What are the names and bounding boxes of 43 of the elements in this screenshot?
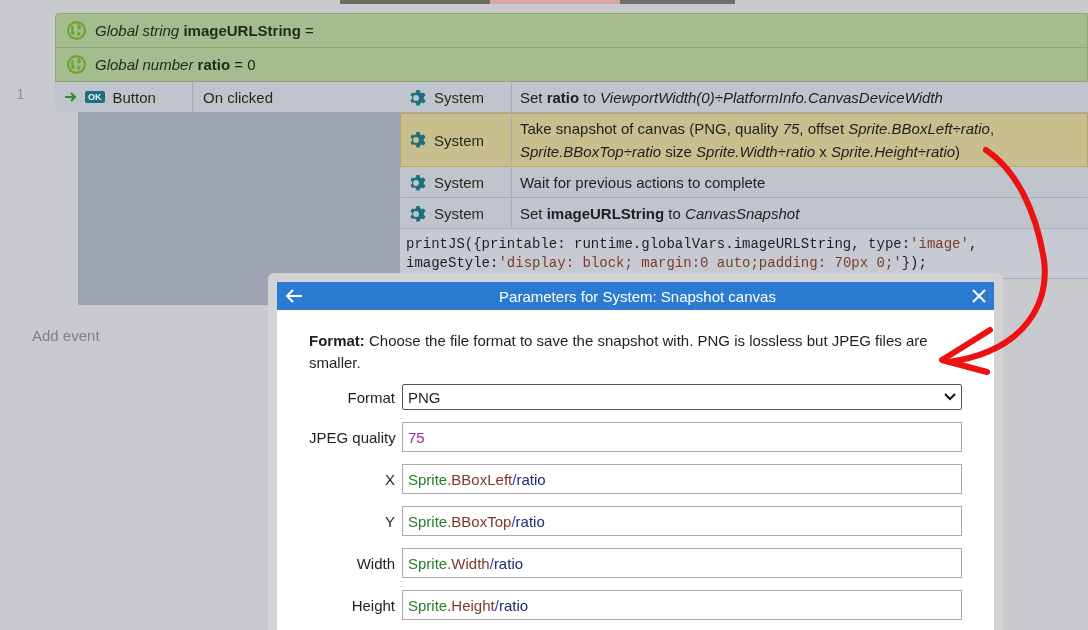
global-variable-row[interactable]: Global string imageURLString = (55, 13, 1088, 48)
action-row[interactable]: System Set imageURLString to CanvasSnapshot (400, 198, 1088, 229)
field-label: Height (350, 596, 395, 614)
globe-icon (66, 54, 87, 75)
close-button[interactable] (972, 289, 986, 303)
object-name: Button (112, 88, 156, 106)
global-variable-row[interactable]: Global number ratio = 0 (55, 48, 1088, 82)
gear-icon (408, 87, 428, 108)
object-name: System (434, 205, 484, 222)
input-field[interactable]: Sprite.BBoxLeft/ratio (402, 464, 962, 494)
input-field[interactable]: 75 (402, 422, 962, 452)
input-field[interactable]: Sprite.Width/ratio (402, 548, 962, 578)
gear-icon (408, 203, 428, 224)
object-name: System (434, 89, 484, 106)
object-name: System (434, 174, 484, 191)
field-label: Format (346, 388, 395, 406)
action-row[interactable]: System Wait for previous actions to complete (400, 167, 1088, 198)
action-text: Take snapshot of canvas (PNG, quality 75, offset Sprite.BBoxLeft÷ratio, Sprite.BBoxTop÷ratio size Sprite.Width÷ratio x Sprite.Height÷ratio) (520, 119, 996, 162)
dropdown-field[interactable]: PNG (402, 384, 962, 410)
action-row[interactable]: System Take snapshot of canvas (PNG, quality 75, offset Sprite.BBoxLeft÷ratio, Sprite.BBoxTop÷ratio size Sprite.Width÷ratio x Sprite.Height÷ratio) (400, 113, 1088, 167)
field-label: Width (355, 554, 395, 572)
chevron-icon (944, 393, 956, 401)
back-button[interactable] (285, 288, 303, 304)
field-label: X (384, 470, 395, 488)
condition-text: On clicked (203, 88, 274, 106)
action-text: Wait for previous actions to complete (520, 173, 766, 193)
object-name: System (434, 131, 484, 149)
gear-icon (408, 130, 428, 150)
field-label: Y (384, 512, 395, 530)
dialog-title: Parameters for System: Snapshot canvas (499, 287, 776, 305)
input-field[interactable]: Sprite.Height/ratio (402, 590, 962, 620)
arrow-icon (65, 92, 77, 102)
action-text: Set ratio to ViewportWidth(0)÷PlatformInfo.CanvasDeviceWidth (520, 88, 943, 108)
parameter-description: Format: Choose the file format to save the snapshot with. PNG is lossless but JPEG files are smaller. (309, 331, 929, 373)
field-label: JPEG quality (309, 428, 395, 446)
gear-icon (408, 172, 428, 193)
globe-icon (66, 20, 87, 41)
condition-row[interactable]: OK Button On clicked (55, 82, 400, 112)
action-text: Set imageURLString to CanvasSnapshot (520, 204, 800, 224)
input-field[interactable]: Sprite.BBoxTop/ratio (402, 506, 962, 536)
object-icon: OK (85, 91, 105, 103)
line-number: 1 (16, 86, 25, 104)
action-row[interactable]: System Set ratio to ViewportWidth(0)÷PlatformInfo.CanvasDeviceWidth (400, 82, 1088, 113)
